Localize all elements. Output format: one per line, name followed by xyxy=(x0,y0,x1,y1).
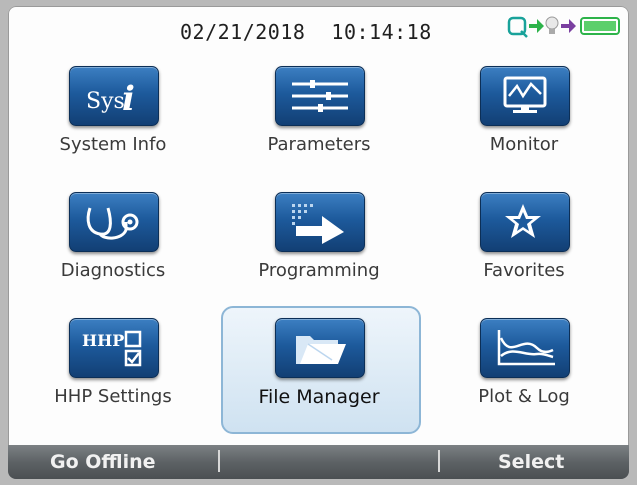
system-info-icon: Sys i xyxy=(86,79,135,118)
hhp-icon-text: HHP xyxy=(82,331,124,350)
tile-system-info[interactable]: Sys i System Info xyxy=(13,58,213,182)
monitor-button[interactable] xyxy=(480,66,570,126)
folder-icon xyxy=(296,336,346,364)
tile-hhp-settings[interactable]: HHP HHP Settings xyxy=(13,310,213,434)
date-time-readout: 02/21/2018 10:14:18 xyxy=(180,20,432,44)
hhp-settings-button[interactable]: HHP xyxy=(69,318,159,378)
plot-log-icon xyxy=(497,330,555,366)
lightbulb-icon xyxy=(545,16,559,34)
tile-label: System Info xyxy=(59,134,167,155)
softkey-divider xyxy=(218,450,220,472)
diagnostics-button[interactable] xyxy=(69,192,159,252)
status-icons xyxy=(507,16,620,38)
tile-favorites[interactable]: Favorites xyxy=(424,184,624,308)
tile-diagnostics[interactable]: Diagnostics xyxy=(13,184,213,308)
sys-text: Sys xyxy=(86,89,125,114)
tile-label: Parameters xyxy=(267,134,371,155)
tile-file-manager[interactable]: File Manager xyxy=(219,306,421,434)
favorites-button[interactable] xyxy=(480,192,570,252)
hhp-screen: 02/21/2018 10:14:18 Sys i System Info Pa… xyxy=(8,6,629,479)
tile-programming[interactable]: Programming xyxy=(219,184,419,308)
tile-label: File Manager xyxy=(258,386,380,408)
tile-label: Monitor xyxy=(489,134,559,155)
arrow-icon xyxy=(529,19,544,33)
file-manager-button[interactable] xyxy=(275,318,365,378)
favorites-star-icon xyxy=(505,204,541,238)
stethoscope-icon xyxy=(86,207,139,240)
tile-label: Favorites xyxy=(483,260,565,281)
softkey-bar: Go Offline Select xyxy=(8,445,629,479)
monitor-icon xyxy=(503,76,547,113)
plot-log-button[interactable] xyxy=(480,318,570,378)
battery-icon xyxy=(580,17,620,35)
tile-monitor[interactable]: Monitor xyxy=(424,58,624,182)
menu-grid: Sys i System Info Parameters Monitor Dia… xyxy=(8,52,629,448)
go-offline-softkey[interactable]: Go Offline xyxy=(50,451,156,473)
tile-label: Plot & Log xyxy=(478,386,570,407)
system-info-button[interactable]: Sys i xyxy=(69,66,159,126)
softkey-divider xyxy=(438,450,440,472)
tile-label: HHP Settings xyxy=(54,386,172,407)
tile-label: Programming xyxy=(258,260,380,281)
connection-icon xyxy=(507,16,528,38)
parameters-icon xyxy=(292,80,348,112)
svg-text:i: i xyxy=(122,79,135,118)
hhp-settings-icon: HHP xyxy=(82,330,142,367)
programming-button[interactable] xyxy=(275,192,365,252)
time-text: 10:14:18 xyxy=(331,20,432,44)
arrow-icon xyxy=(561,19,576,33)
status-bar: 02/21/2018 10:14:18 xyxy=(8,6,629,52)
programming-icon xyxy=(292,204,344,244)
select-softkey[interactable]: Select xyxy=(498,451,564,473)
date-text: 02/21/2018 xyxy=(180,20,306,44)
tile-plot-log[interactable]: Plot & Log xyxy=(424,310,624,434)
tile-parameters[interactable]: Parameters xyxy=(219,58,419,182)
tile-label: Diagnostics xyxy=(60,260,166,281)
parameters-button[interactable] xyxy=(275,66,365,126)
